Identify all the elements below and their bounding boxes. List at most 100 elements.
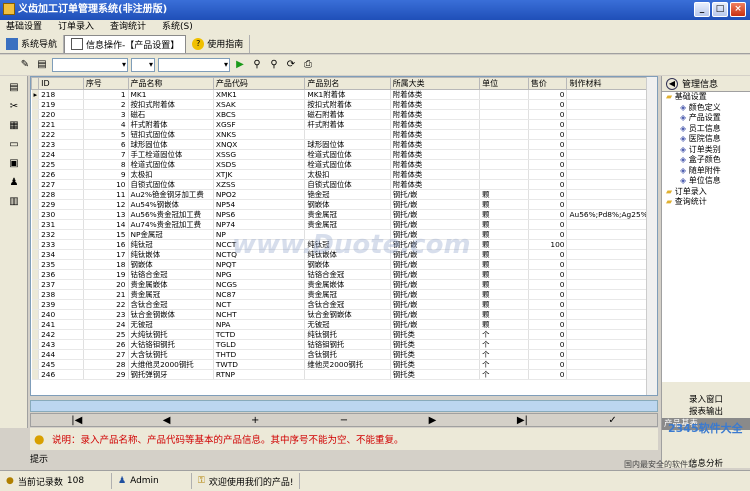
report-output-button[interactable]: 报表输出 xyxy=(662,406,750,418)
table-row[interactable]: 219 2 按扣式附着体 XSAK 按扣式附着体 附着体类 0 xyxy=(31,99,657,110)
table-cell[interactable]: 234 xyxy=(38,249,84,260)
column-header[interactable]: 所属大类 xyxy=(389,77,481,90)
table-cell[interactable]: RTNP xyxy=(213,369,306,380)
table-row[interactable]: 240 23 钛合金钢嵌体 NCHT 钛合金钢嵌体 钢托/嵌颗 0 xyxy=(31,309,657,320)
table-cell[interactable]: 19 xyxy=(83,269,129,280)
table-cell[interactable]: Au56%;Pd8%;Ag25%;Cu xyxy=(566,209,657,220)
table-cell[interactable]: 0 xyxy=(528,349,568,360)
table-cell[interactable]: 4 xyxy=(83,119,129,130)
table-cell[interactable]: XNQX xyxy=(213,139,306,150)
table-cell[interactable]: Au74%贵金冠加工费 xyxy=(128,219,214,230)
table-cell[interactable] xyxy=(566,199,657,210)
table-cell[interactable]: 钢托/嵌 xyxy=(390,219,481,230)
table-cell[interactable]: 附着体类 xyxy=(390,169,481,180)
table-cell[interactable]: 附着体类 xyxy=(390,99,481,110)
table-cell[interactable]: 个 xyxy=(479,359,529,370)
nav-add-button[interactable]: + xyxy=(251,415,259,426)
row-selector[interactable] xyxy=(31,279,40,290)
table-cell[interactable]: 含钛合金冠 xyxy=(304,299,391,310)
table-cell[interactable]: 231 xyxy=(38,219,84,230)
table-cell[interactable]: MK1 xyxy=(128,89,214,100)
table-cell[interactable]: 2 xyxy=(83,99,129,110)
table-cell[interactable]: 钢托类 xyxy=(390,369,481,380)
table-cell[interactable]: 钢托类 xyxy=(390,329,481,340)
table-cell[interactable]: 0 xyxy=(528,249,568,260)
nav-next-button[interactable]: ▶ xyxy=(429,415,437,426)
table-cell[interactable]: 钢托/嵌 xyxy=(390,269,481,280)
table-row[interactable]: 223 6 球形固位体 XNQX 球形固位体 附着体类 0 xyxy=(31,139,657,150)
table-cell[interactable]: 226 xyxy=(38,169,84,180)
table-cell[interactable]: 242 xyxy=(38,329,84,340)
table-cell[interactable]: 0 xyxy=(528,279,568,290)
table-cell[interactable]: 颗 xyxy=(479,259,529,270)
table-cell[interactable]: NP74 xyxy=(213,219,306,230)
table-cell[interactable]: 245 xyxy=(38,359,84,370)
table-cell[interactable]: 100 xyxy=(528,239,568,250)
row-selector[interactable] xyxy=(31,299,40,310)
table-cell[interactable]: 钢托/嵌 xyxy=(390,279,481,290)
tree-item[interactable]: ◈ 随单附件 xyxy=(662,166,750,177)
table-cell[interactable]: 颗 xyxy=(479,249,529,260)
pencil-icon[interactable]: ✎ xyxy=(18,58,32,72)
table-cell[interactable]: 颗 xyxy=(479,239,529,250)
table-cell[interactable]: NPS6 xyxy=(213,209,306,220)
tree-item[interactable]: ▰ 订单录入 xyxy=(662,187,750,198)
table-cell[interactable]: 7 xyxy=(83,149,129,160)
table-cell[interactable]: 贵金属冠 xyxy=(304,219,391,230)
table-cell[interactable]: TWTD xyxy=(213,359,306,370)
table-cell[interactable]: NC87 xyxy=(213,289,306,300)
table-cell[interactable]: NPO2 xyxy=(213,189,306,200)
table-cell[interactable]: XBCS xyxy=(213,109,306,120)
table-cell[interactable]: 颗 xyxy=(479,269,529,280)
table-cell[interactable] xyxy=(304,129,391,140)
table-cell[interactable]: 钢嵌体 xyxy=(128,259,214,270)
row-selector[interactable] xyxy=(31,269,40,280)
tree-item[interactable]: ◈ 颜色定义 xyxy=(662,103,750,114)
table-cell[interactable]: 钢托/嵌 xyxy=(390,299,481,310)
table-row[interactable]: 229 12 Au54%钢嵌体 NP54 钢嵌体 钢托/嵌颗 0 xyxy=(31,199,657,210)
tree-item[interactable]: ◈ 员工信息 xyxy=(662,124,750,135)
menu-system[interactable]: 系统(S) xyxy=(162,20,193,34)
table-cell[interactable] xyxy=(566,149,657,160)
table-cell[interactable]: XTJK xyxy=(213,169,306,180)
entry-window-button[interactable]: 录入窗口 xyxy=(662,394,750,406)
table-cell[interactable]: 0 xyxy=(528,219,568,230)
row-selector[interactable]: ▸ xyxy=(31,89,40,100)
tree-item[interactable]: ◈ 订单类别 xyxy=(662,145,750,156)
column-header[interactable]: 制作材料 xyxy=(566,77,657,90)
row-selector[interactable] xyxy=(31,239,40,250)
table-cell[interactable]: 颗 xyxy=(479,309,529,320)
list-icon[interactable]: ▤ xyxy=(7,81,21,95)
horizontal-scrollbar[interactable] xyxy=(30,400,658,412)
table-cell[interactable]: 钢托/嵌 xyxy=(390,209,481,220)
table-cell[interactable]: NCHT xyxy=(213,309,306,320)
table-cell[interactable]: XSDS xyxy=(213,159,306,170)
table-row[interactable]: 237 20 贵金属嵌体 NCGS 贵金属嵌体 钢托/嵌颗 0 xyxy=(31,279,657,290)
row-selector[interactable] xyxy=(31,319,40,330)
table-cell[interactable]: 8 xyxy=(83,159,129,170)
print-icon[interactable]: ⎙ xyxy=(301,58,315,72)
row-selector[interactable] xyxy=(31,209,40,220)
table-cell[interactable]: 磁石 xyxy=(128,109,214,120)
table-cell[interactable] xyxy=(479,139,529,150)
nav-last-button[interactable]: ▶| xyxy=(517,415,528,426)
table-cell[interactable]: 钮扣式固位体 xyxy=(128,129,214,140)
table-cell[interactable]: 钴铬合金冠 xyxy=(128,269,214,280)
table-row[interactable]: 241 24 无铍冠 NPA 无铍冠 钢托/嵌颗 0 xyxy=(31,319,657,330)
table-cell[interactable]: 0 xyxy=(528,309,568,320)
table-cell[interactable]: TGLD xyxy=(213,339,306,350)
table-cell[interactable]: 219 xyxy=(38,99,84,110)
row-selector[interactable] xyxy=(31,109,40,120)
nav-tree[interactable]: ▰ 基础设置 ◈ 颜色定义 ◈ 产品设置 ◈ 员工信息 ◈ 医院信息 ◈ 订单类别 ◈ 盒子… xyxy=(662,92,750,382)
table-cell[interactable]: 附着体类 xyxy=(390,159,481,170)
table-cell[interactable]: 244 xyxy=(38,349,84,360)
table-cell[interactable]: 1 xyxy=(83,89,129,100)
table-cell[interactable] xyxy=(566,339,657,350)
column-header[interactable]: 单位 xyxy=(479,77,529,90)
table-cell[interactable]: THTD xyxy=(213,349,306,360)
nav-first-button[interactable]: |◀ xyxy=(71,415,82,426)
table-cell[interactable] xyxy=(566,289,657,300)
table-cell[interactable]: 224 xyxy=(38,149,84,160)
table-cell[interactable]: XZSS xyxy=(213,179,306,190)
table-cell[interactable] xyxy=(566,139,657,150)
